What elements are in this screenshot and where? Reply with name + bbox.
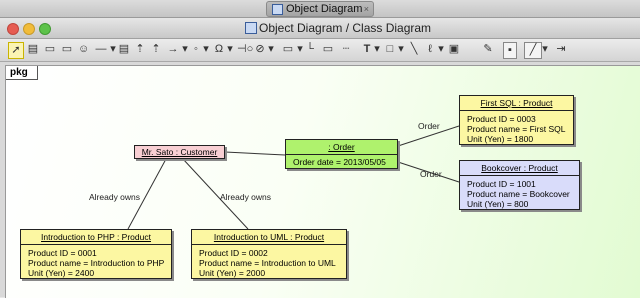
attribute-unit-yen: Unit (Yen) = 800 xyxy=(467,199,529,209)
object-header: Bookcover : Product xyxy=(460,161,579,176)
link-customer-order xyxy=(224,151,286,156)
attribute-product-id: Product ID = 0001 xyxy=(28,248,97,258)
window-diagram-icon xyxy=(245,22,257,34)
object-header: First SQL : Product xyxy=(460,96,573,111)
class-tool-icon[interactable]: ▤ xyxy=(26,42,40,57)
route-tool-icon[interactable]: ⇥ xyxy=(554,42,568,57)
object-bookcover-product[interactable]: Bookcover : Product Product ID = 1001 Pr… xyxy=(459,160,580,210)
actor-tool-icon[interactable]: ☺ xyxy=(78,42,89,57)
tab-close-icon[interactable]: × xyxy=(364,2,369,16)
dropdown-icon[interactable]: ▾ xyxy=(181,42,189,57)
attribute-unit-yen: Unit (Yen) = 2400 xyxy=(28,268,95,278)
dropdown-icon[interactable]: ▾ xyxy=(541,42,549,57)
close-window-button[interactable] xyxy=(7,23,19,35)
note-tool-icon[interactable]: ▭ xyxy=(322,42,334,57)
object-intro-php-product[interactable]: Introduction to PHP : Product Product ID… xyxy=(20,229,172,279)
slot-tool-icon[interactable]: ▭ xyxy=(281,42,295,57)
window-titlebar: Object Diagram / Class Diagram xyxy=(0,18,640,39)
dropdown-icon[interactable]: ▾ xyxy=(296,42,304,57)
package-tool-icon[interactable]: ▭ xyxy=(43,42,57,57)
aggregation-tool-icon[interactable]: ▤ xyxy=(118,42,130,57)
object-header: Mr. Sato : Customer xyxy=(141,147,218,157)
curve-tool-icon[interactable]: ℓ xyxy=(424,42,436,57)
object-attributes: Product ID = 0003 Product name = First S… xyxy=(460,111,573,144)
dropdown-icon[interactable]: ▾ xyxy=(373,42,381,57)
attribute-product-id: Product ID = 1001 xyxy=(467,179,536,189)
attribute-product-name: Product name = Bookcover xyxy=(467,189,570,199)
object-header: : Order xyxy=(286,140,397,155)
text-tool-icon[interactable]: T xyxy=(362,42,372,57)
object-order[interactable]: : Order Order date = 2013/05/05 xyxy=(285,139,398,169)
minimize-window-button[interactable] xyxy=(23,23,35,35)
link-label-order: Order xyxy=(418,121,440,131)
attribute-product-name: Product name = Introduction to PHP xyxy=(28,258,165,268)
realization-tool-icon[interactable]: ⇡ xyxy=(150,42,162,57)
object-attributes: Product ID = 1001 Product name = Bookcov… xyxy=(460,176,579,209)
instance-tool-icon[interactable]: ⊘ xyxy=(254,42,266,57)
interface-tool-icon[interactable]: Ω xyxy=(213,42,225,57)
document-tab-bar: Object Diagram × xyxy=(0,0,640,18)
dropdown-icon[interactable]: ▾ xyxy=(397,42,405,57)
tab-label: Object Diagram xyxy=(286,3,363,15)
association-tool-icon[interactable]: — xyxy=(94,42,108,57)
tab-object-diagram[interactable]: Object Diagram × xyxy=(266,1,374,17)
attribute-product-id: Product ID = 0002 xyxy=(199,248,268,258)
subsystem-tool-icon[interactable]: ▭ xyxy=(60,42,74,57)
diagram-icon xyxy=(272,4,283,15)
attribute-unit-yen: Unit (Yen) = 1800 xyxy=(467,134,534,144)
frame-tool-icon[interactable]: ▪ xyxy=(503,42,517,59)
pin-tool-icon[interactable]: ✎ xyxy=(482,42,494,57)
image-tool-icon[interactable]: ▣ xyxy=(448,42,460,57)
link-label-already-owns: Already owns xyxy=(89,192,141,202)
line-tool-icon[interactable]: ╲ xyxy=(408,42,420,57)
note-anchor-tool-icon[interactable]: ┈ xyxy=(340,42,352,57)
object-attributes: Product ID = 0002 Product name = Introdu… xyxy=(192,245,346,278)
port-tool-icon[interactable]: ⊣○ xyxy=(237,42,253,57)
link-label-already-owns: Already owns xyxy=(220,192,272,202)
diagram-canvas[interactable]: pkg Order Order Already owns Already own… xyxy=(5,65,640,298)
diagram-window: Object Diagram / Class Diagram ➚ ▤ ▭ ▭ ☺… xyxy=(0,18,640,298)
dropdown-icon[interactable]: ▾ xyxy=(226,42,234,57)
object-intro-uml-product[interactable]: Introduction to UML : Product Product ID… xyxy=(191,229,347,279)
attribute-order-date: Order date = 2013/05/05 xyxy=(293,157,386,167)
dropdown-icon[interactable]: ▾ xyxy=(267,42,275,57)
diagram-toolbar: ➚ ▤ ▭ ▭ ☺ — ▾ ▤ ⇡ ⇡ → ▾ ◦ ▾ Ω ▾ ⊣○ ⊘ ▾ ▭… xyxy=(0,39,640,62)
attribute-unit-yen: Unit (Yen) = 2000 xyxy=(199,268,266,278)
dropdown-icon[interactable]: ▾ xyxy=(202,42,210,57)
attribute-product-id: Product ID = 0003 xyxy=(467,114,536,124)
object-mr-sato-customer[interactable]: Mr. Sato : Customer xyxy=(134,145,225,159)
link-tool-icon[interactable]: └ xyxy=(304,42,316,57)
object-header: Introduction to UML : Product xyxy=(192,230,346,245)
usage-tool-icon[interactable]: ◦ xyxy=(191,42,201,57)
attribute-product-name: Product name = Introduction to UML xyxy=(199,258,336,268)
window-title: Object Diagram / Class Diagram xyxy=(259,21,432,35)
object-first-sql-product[interactable]: First SQL : Product Product ID = 0003 Pr… xyxy=(459,95,574,145)
object-header: Introduction to PHP : Product xyxy=(21,230,171,245)
link-label-order: Order xyxy=(420,169,442,179)
rectangle-tool-icon[interactable]: □ xyxy=(384,42,396,57)
object-attributes: Order date = 2013/05/05 xyxy=(286,155,397,167)
zoom-window-button[interactable] xyxy=(39,23,51,35)
line-style-icon[interactable]: ╱ xyxy=(524,42,542,59)
dropdown-icon[interactable]: ▾ xyxy=(109,42,117,57)
dependency-tool-icon[interactable]: → xyxy=(166,42,180,57)
generalization-tool-icon[interactable]: ⇡ xyxy=(134,42,146,57)
attribute-product-name: Product name = First SQL xyxy=(467,124,566,134)
object-attributes: Product ID = 0001 Product name = Introdu… xyxy=(21,245,171,278)
select-tool-icon[interactable]: ➚ xyxy=(8,42,24,59)
dropdown-icon[interactable]: ▾ xyxy=(437,42,445,57)
